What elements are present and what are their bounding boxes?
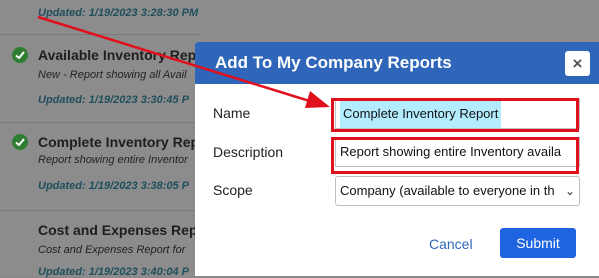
close-icon: × xyxy=(572,54,583,73)
close-button[interactable]: × xyxy=(565,51,590,76)
name-label: Name xyxy=(213,105,251,121)
dialog-title: Add To My Company Reports xyxy=(215,53,452,72)
report-updated: Updated: 1/19/2023 3:40:04 P xyxy=(38,266,190,278)
report-updated: Updated: 1/19/2023 3:38:05 P xyxy=(38,180,190,192)
dialog-header: Add To My Company Reports × xyxy=(195,42,599,84)
scope-select-value: Company (available to everyone in th xyxy=(340,183,555,198)
report-title: Complete Inventory Repo xyxy=(38,134,208,150)
annotation-highlight-box xyxy=(331,98,579,132)
chevron-down-icon: ⌄ xyxy=(564,184,575,198)
report-description: Report showing entire Inventor xyxy=(38,154,188,166)
annotation-highlight-box xyxy=(331,137,579,174)
report-item-previous: Updated: 1/19/2023 3:28:30 PM xyxy=(0,0,220,30)
report-description: Cost and Expenses Report for xyxy=(38,244,186,256)
add-to-company-reports-dialog: Add To My Company Reports × Name Complet… xyxy=(195,42,599,276)
report-updated: Updated: 1/19/2023 3:30:45 P xyxy=(38,94,190,106)
cancel-button[interactable]: Cancel xyxy=(429,236,473,252)
scope-label: Scope xyxy=(213,182,253,198)
description-label: Description xyxy=(213,144,284,160)
submit-button[interactable]: Submit xyxy=(500,228,576,258)
report-item-available-inventory[interactable]: Available Inventory Repor New - Report s… xyxy=(0,40,220,118)
scope-select[interactable]: Company (available to everyone in th ⌄ xyxy=(335,176,580,206)
report-description: New - Report showing all Avail xyxy=(38,69,187,81)
report-title: Cost and Expenses Repor xyxy=(38,222,212,238)
check-icon xyxy=(12,47,28,63)
report-updated: Updated: 1/19/2023 3:28:30 PM xyxy=(38,7,199,19)
report-item-cost-expenses[interactable]: Cost and Expenses Repor Cost and Expense… xyxy=(0,214,220,278)
divider xyxy=(0,34,200,35)
report-title: Available Inventory Repor xyxy=(38,47,211,63)
divider xyxy=(0,210,200,211)
check-icon xyxy=(12,134,28,150)
report-item-complete-inventory[interactable]: Complete Inventory Repo Report showing e… xyxy=(0,126,220,204)
divider xyxy=(0,122,200,123)
